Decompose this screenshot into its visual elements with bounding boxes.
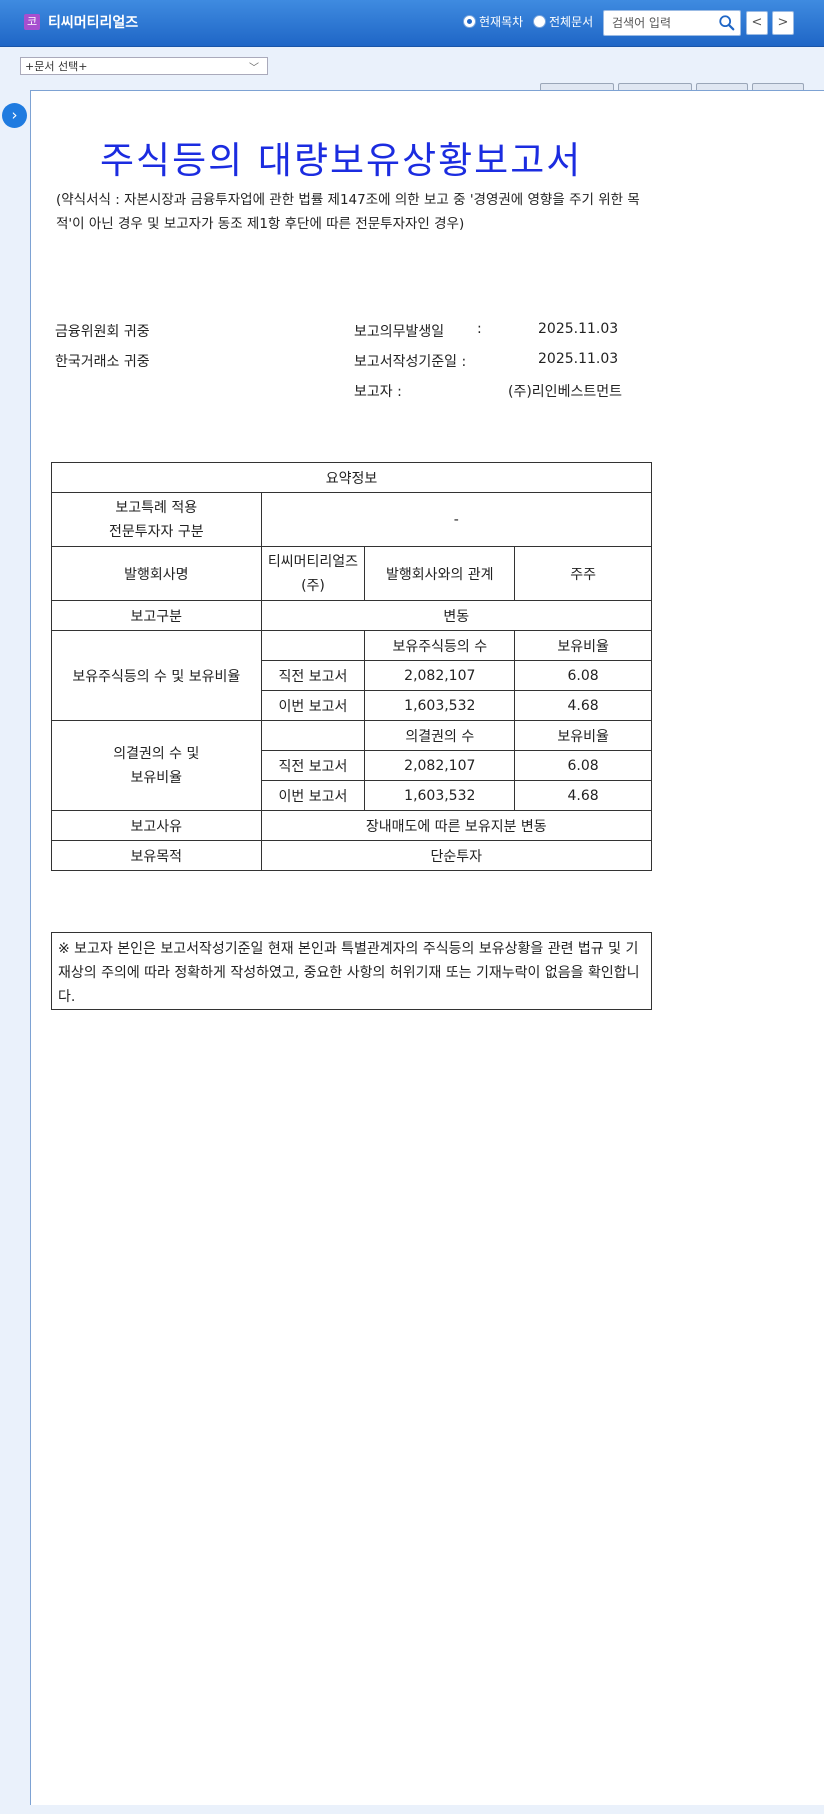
company-name[interactable]: 티씨머티리얼즈: [48, 12, 138, 32]
table-row: 의결권의 수 및 보유비율 의결권의 수 보유비율: [51, 720, 652, 811]
reason-label: 보고사유: [51, 810, 262, 841]
votes-col-ratio: 보유비율: [514, 720, 652, 751]
table-row: 보유목적 단순투자: [51, 840, 653, 871]
special-label-line2: 전문투자자 구분: [108, 523, 204, 540]
shares-prev-ratio: 6.08: [514, 660, 652, 691]
table-row: 보고구분 변동: [51, 600, 653, 631]
document-title: 주식등의 대량보유상황보고서: [100, 139, 583, 182]
radio-on-icon[interactable]: [463, 15, 476, 28]
search-box: [603, 10, 741, 36]
table-row: 발행회사명 티씨머티리얼즈(주) 발행회사와의 관계 주주: [51, 546, 652, 601]
shares-blank-cell: [260, 630, 366, 661]
report-type-label: 보고구분: [51, 600, 262, 631]
shares-prev-count: 2,082,107: [364, 660, 516, 691]
confirmation-note: ※ 보고자 본인은 보고서작성기준일 현재 본인과 특별관계자의 주식등의 보유…: [51, 932, 652, 1010]
company-logo-icon: 코: [24, 14, 40, 30]
votes-label-line2: 보유비율: [130, 769, 183, 786]
top-bar: 코 티씨머티리얼즈 현재목차 전체문서 < >: [0, 0, 824, 47]
votes-curr-ratio: 4.68: [514, 780, 652, 811]
sidebar-toggle-button[interactable]: ›: [2, 103, 27, 128]
votes-prev-ratio: 6.08: [514, 750, 652, 781]
reason-value: 장내매도에 따른 보유지분 변동: [260, 810, 653, 841]
votes-prev-label: 직전 보고서: [260, 750, 366, 781]
document-subtitle: (약식서식 : 자본시장과 금융투자업에 관한 법률 제147조에 의한 보고 …: [56, 192, 640, 232]
shares-curr-count: 1,603,532: [364, 690, 516, 721]
prev-result-button[interactable]: <: [746, 11, 768, 35]
base-date-label: 보고서작성기준일 :: [354, 354, 467, 370]
document-select[interactable]: +문서 선택+ ﹀: [20, 57, 268, 75]
votes-curr-count: 1,603,532: [364, 780, 516, 811]
shares-col-ratio: 보유비율: [514, 630, 652, 661]
scope-current-label: 현재목차: [479, 15, 524, 29]
table-row: 요약정보: [51, 462, 652, 493]
table-row: 보고특례 적용 전문투자자 구분 -: [51, 492, 653, 547]
special-label: 보고특례 적용 전문투자자 구분: [51, 492, 262, 547]
scope-current-radio[interactable]: 현재목차: [463, 13, 523, 30]
scope-all-radio[interactable]: 전체문서: [533, 13, 593, 30]
purpose-label: 보유목적: [51, 840, 262, 871]
relation-label: 발행회사와의 관계: [364, 546, 516, 601]
obligation-date-label: 보고의무발생일: [354, 324, 445, 340]
special-label-line1: 보고특례 적용: [115, 499, 198, 516]
summary-table: 요약정보 보고특례 적용 전문투자자 구분 - 발행회사명 티씨머티리얼즈(주)…: [51, 462, 653, 871]
shares-prev-label: 직전 보고서: [260, 660, 366, 691]
votes-label-line1: 의결권의 수 및: [113, 745, 200, 762]
purpose-value: 단순투자: [260, 840, 653, 871]
special-value: -: [260, 492, 653, 547]
votes-blank-cell: [260, 720, 366, 751]
votes-col-count: 의결권의 수: [364, 720, 516, 751]
base-date: 2025.11.03: [538, 351, 619, 367]
addressee-fsc: 금융위원회 귀중: [55, 324, 150, 340]
shares-label: 보유주식등의 수 및 보유비율: [51, 630, 262, 721]
shares-curr-ratio: 4.68: [514, 690, 652, 721]
votes-prev-count: 2,082,107: [364, 750, 516, 781]
votes-curr-label: 이번 보고서: [260, 780, 366, 811]
search-icon[interactable]: [718, 14, 736, 32]
obligation-date-colon: :: [477, 321, 482, 337]
table-row: 보유주식등의 수 및 보유비율 보유주식등의 수 보유비율: [51, 630, 652, 721]
document-select-value: +문서 선택+: [25, 60, 88, 73]
obligation-date: 2025.11.03: [538, 321, 619, 337]
chevron-right-icon: ›: [11, 106, 18, 124]
radio-off-icon[interactable]: [533, 15, 546, 28]
issuer-label: 발행회사명: [51, 546, 262, 601]
report-type-value: 변동: [260, 600, 653, 631]
summary-heading: 요약정보: [51, 462, 652, 493]
issuer-value: 티씨머티리얼즈(주): [260, 546, 366, 601]
table-row: 보고사유 장내매도에 따른 보유지분 변동: [51, 810, 653, 841]
relation-value: 주주: [514, 546, 652, 601]
scope-all-label: 전체문서: [549, 15, 594, 29]
votes-label: 의결권의 수 및 보유비율: [51, 720, 262, 811]
addressee-krx: 한국거래소 귀중: [55, 354, 150, 370]
next-result-button[interactable]: >: [772, 11, 794, 35]
shares-col-count: 보유주식등의 수: [364, 630, 516, 661]
reporter-label: 보고자 :: [354, 384, 402, 400]
chevron-down-icon: ﹀: [249, 63, 259, 74]
search-input[interactable]: [610, 13, 714, 33]
shares-curr-label: 이번 보고서: [260, 690, 366, 721]
reporter-name: (주)리인베스트먼트: [508, 384, 622, 400]
